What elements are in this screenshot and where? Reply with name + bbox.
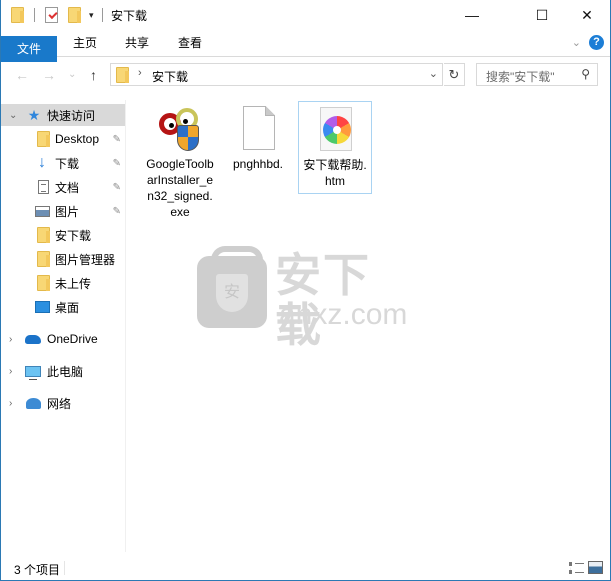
watermark-logo-icon: 安 (197, 246, 267, 328)
search-icon[interactable]: ⚲ (581, 67, 590, 81)
title-bar: ▾ 安下载 — ☐ ✕ (1, 0, 610, 30)
sidebar-item-label: 图片 (55, 204, 80, 219)
watermark-text-en: anxz.com (279, 298, 408, 331)
sidebar-item-picture-manager[interactable]: 图片管理器 (1, 248, 125, 270)
details-view-icon[interactable] (569, 562, 584, 574)
document-icon (35, 179, 51, 195)
sidebar-item-downloads[interactable]: ↓ 下载 ✎ (1, 152, 125, 174)
tab-view[interactable]: 查看 (168, 30, 212, 56)
sidebar-item-label: Desktop (55, 132, 100, 146)
blank-file-icon (234, 105, 282, 153)
address-bar[interactable]: › 安下载 ⌄ (110, 63, 443, 86)
folder-icon (116, 67, 129, 83)
sidebar-item-quick-access[interactable]: ⌄ ★ 快速访问 (1, 104, 125, 126)
search-input[interactable]: 搜索"安下载" ⚲ (476, 63, 598, 86)
htm-file-icon (311, 106, 359, 154)
onedrive-icon (25, 331, 41, 347)
this-pc-icon (25, 363, 41, 380)
sidebar-item-documents[interactable]: 文档 ✎ (1, 176, 125, 198)
sidebar-item-label: 安下载 (55, 228, 92, 243)
desktop-icon (34, 299, 50, 315)
up-button[interactable]: ↑ (90, 67, 97, 83)
installer-icon (156, 105, 204, 153)
collapse-icon[interactable]: ⌄ (9, 110, 17, 121)
sidebar-item-onedrive[interactable]: › OneDrive (1, 328, 125, 350)
pin-icon[interactable]: ✎ (113, 158, 121, 169)
file-name: GoogleToolbarInstaller_en32_signed.exe (146, 157, 214, 219)
sidebar-item-label: 快速访问 (47, 108, 96, 123)
item-count: 3 个项目 (14, 563, 61, 577)
minimize-button[interactable]: — (449, 0, 495, 30)
sidebar-item-label: 未上传 (55, 276, 92, 291)
search-placeholder: 搜索"安下载" (486, 70, 555, 84)
explorer-window: ▾ 安下载 — ☐ ✕ 文件 主页 共享 查看 ⌄ ? ← → ⌄ ↑ › 安下… (0, 0, 611, 581)
close-button[interactable]: ✕ (564, 0, 610, 30)
sidebar-item-label: OneDrive (47, 332, 98, 346)
help-icon[interactable]: ? (589, 35, 604, 50)
file-name: pnghhbd. (232, 157, 284, 171)
divider (34, 8, 35, 22)
breadcrumb-item[interactable]: 安下载 (152, 68, 188, 85)
status-bar: 3 个项目 (1, 557, 610, 580)
sidebar-item-label: 文档 (55, 180, 80, 195)
refresh-button[interactable]: ↻ (444, 63, 465, 86)
address-history-dropdown[interactable]: ⌄ (429, 67, 438, 80)
tab-share[interactable]: 共享 (115, 30, 159, 56)
navigation-bar: ← → ⌄ ↑ › 安下载 ⌄ ↻ 搜索"安下载" ⚲ (1, 57, 610, 95)
download-icon: ↓ (38, 154, 46, 171)
ribbon-right-controls: ⌄ ? (572, 35, 604, 50)
sidebar-item-network[interactable]: › 网络 (1, 392, 125, 414)
expand-icon[interactable]: › (9, 334, 12, 345)
folder-icon (11, 7, 24, 23)
divider (64, 561, 65, 575)
back-button[interactable]: ← (15, 67, 29, 83)
file-item-selected[interactable]: 安下载帮助.htm (298, 101, 372, 194)
sidebar-item-this-pc[interactable]: › 此电脑 (1, 360, 125, 382)
breadcrumb-separator[interactable]: › (138, 67, 142, 79)
customize-toolbar-dropdown[interactable]: ▾ (89, 10, 94, 21)
new-folder-icon[interactable] (68, 7, 81, 23)
network-icon (25, 395, 41, 411)
file-item[interactable]: pnghhbd. (221, 101, 295, 176)
star-icon: ★ (27, 106, 41, 123)
ribbon-tabs: 文件 主页 共享 查看 ⌄ ? (1, 30, 610, 62)
window-title: 安下载 (111, 9, 148, 23)
sidebar-item-label: 此电脑 (47, 364, 84, 379)
folder-icon (35, 131, 51, 147)
sidebar-item-desktop-cn[interactable]: 桌面 (1, 296, 125, 318)
sidebar-item-label: 图片管理器 (55, 252, 116, 267)
pin-icon[interactable]: ✎ (113, 206, 121, 217)
quick-access-toolbar: ▾ (11, 7, 103, 23)
pin-icon[interactable]: ✎ (113, 182, 121, 193)
tab-home[interactable]: 主页 (63, 30, 107, 56)
folder-icon (35, 275, 51, 291)
file-name: 安下载帮助.htm (303, 158, 367, 188)
recent-locations-dropdown[interactable]: ⌄ (68, 69, 76, 80)
watermark: 安 安下载 anxz.com (197, 246, 417, 350)
sidebar-item-anxz[interactable]: 安下载 (1, 224, 125, 246)
sidebar-item-label: 网络 (47, 396, 72, 411)
pictures-icon (34, 203, 50, 219)
divider (101, 8, 103, 22)
properties-icon[interactable] (45, 7, 58, 23)
pin-icon[interactable]: ✎ (113, 134, 121, 145)
sidebar-item-label: 桌面 (55, 300, 80, 315)
sidebar-item-pictures[interactable]: 图片 ✎ (1, 200, 125, 222)
sidebar-item-label: 下载 (55, 156, 80, 171)
folder-icon (35, 251, 51, 267)
file-item[interactable]: GoogleToolbarInstaller_en32_signed.exe (143, 101, 217, 224)
expand-icon[interactable]: › (9, 398, 12, 409)
sidebar-item-not-uploaded[interactable]: 未上传 (1, 272, 125, 294)
maximize-button[interactable]: ☐ (519, 0, 565, 30)
sidebar-item-desktop[interactable]: Desktop ✎ (1, 128, 125, 150)
forward-button[interactable]: → (42, 67, 56, 83)
expand-ribbon-icon[interactable]: ⌄ (572, 36, 581, 49)
large-icons-view-icon[interactable] (588, 561, 603, 574)
folder-icon (35, 227, 51, 243)
navigation-pane: ⌄ ★ 快速访问 Desktop ✎ ↓ 下载 ✎ 文档 ✎ 图片 ✎ 安下载 (1, 100, 126, 552)
expand-icon[interactable]: › (9, 366, 12, 377)
